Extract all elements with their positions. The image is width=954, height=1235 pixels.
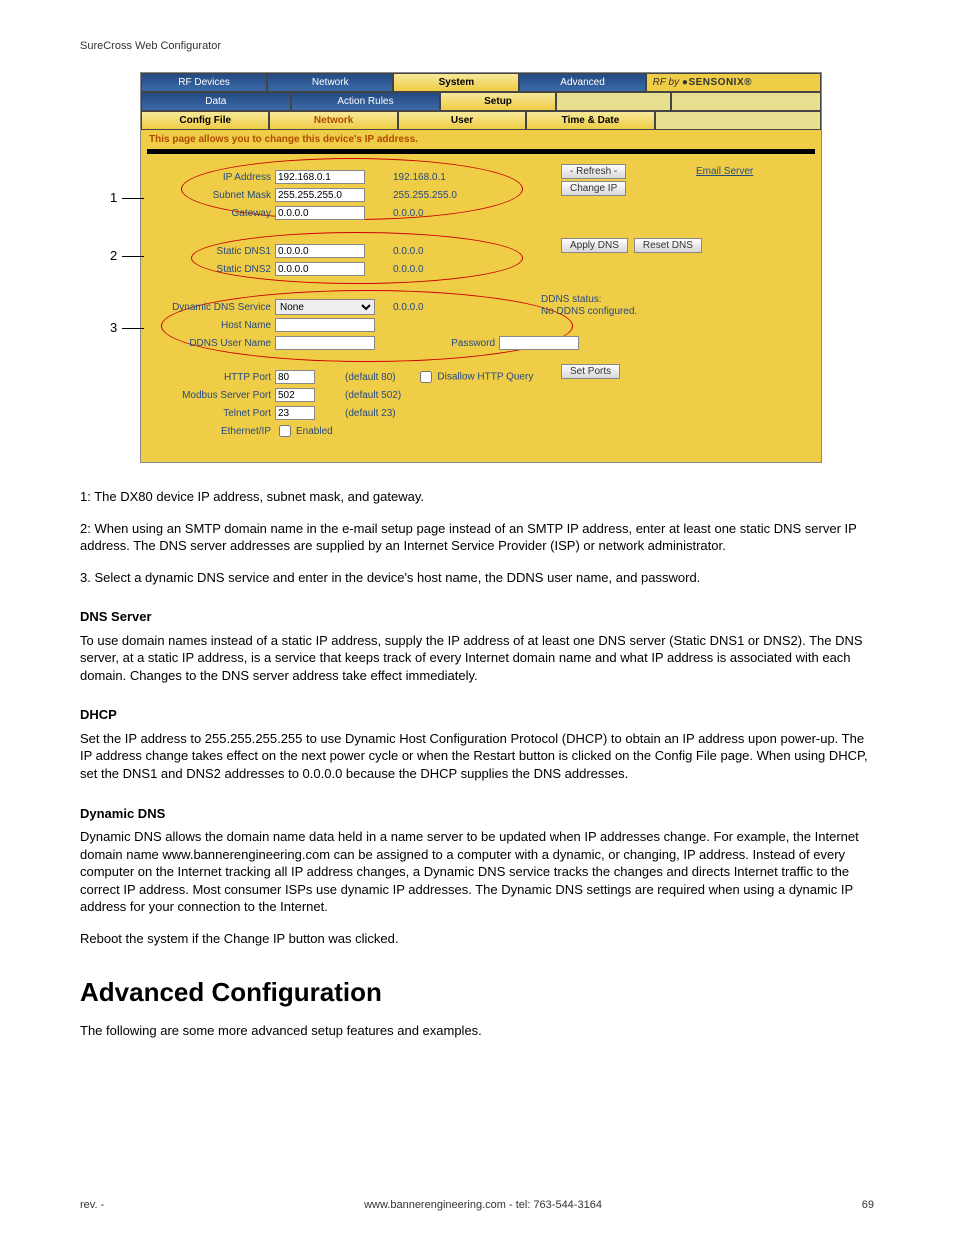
change-ip-button[interactable]: Change IP	[561, 181, 626, 196]
tab-data[interactable]: Data	[141, 92, 291, 111]
tab-time-date[interactable]: Time & Date	[526, 111, 654, 130]
dynamic-dns-paragraph: Dynamic DNS allows the domain name data …	[80, 828, 874, 916]
footer-url: www.bannerengineering.com - tel: 763-544…	[364, 1199, 602, 1211]
password-input[interactable]	[499, 336, 579, 350]
http-port-input[interactable]	[275, 370, 315, 384]
reboot-note: Reboot the system if the Change IP butto…	[80, 930, 874, 948]
ddns-service-label: Dynamic DNS Service	[151, 302, 275, 313]
modbus-port-label: Modbus Server Port	[151, 390, 275, 401]
divider-bar	[147, 149, 815, 154]
reset-dns-button[interactable]: Reset DNS	[634, 238, 702, 253]
mask-readout: 255.255.255.0	[393, 190, 483, 201]
dns1-input[interactable]	[275, 244, 365, 258]
ddns-status-value: No DDNS configured.	[541, 306, 637, 318]
callout-1: 1	[110, 190, 117, 205]
ip-label: IP Address	[151, 172, 275, 183]
dhcp-heading: DHCP	[80, 706, 874, 724]
mask-input[interactable]	[275, 188, 365, 202]
modbus-port-input[interactable]	[275, 388, 315, 402]
tab-blank2	[671, 92, 821, 111]
dns2-label: Static DNS2	[151, 264, 275, 275]
dns1-readout: 0.0.0.0	[393, 246, 483, 257]
gw-label: Gateway	[151, 208, 275, 219]
host-label: Host Name	[151, 320, 275, 331]
ethernet-ip-label: Ethernet/IP	[151, 426, 275, 437]
ddns-user-label: DDNS User Name	[151, 338, 275, 349]
dhcp-paragraph: Set the IP address to 255.255.255.255 to…	[80, 730, 874, 783]
http-default-note: (default 80)	[345, 372, 396, 383]
modbus-default-note: (default 502)	[345, 390, 401, 401]
page-footer: rev. - www.bannerengineering.com - tel: …	[80, 1199, 874, 1211]
tab-user[interactable]: User	[398, 111, 526, 130]
body-text: 1: The DX80 device IP address, subnet ma…	[80, 488, 874, 1040]
dns2-input[interactable]	[275, 262, 365, 276]
disallow-http-label: Disallow HTTP Query	[437, 372, 533, 383]
set-ports-button[interactable]: Set Ports	[561, 364, 620, 379]
dns-server-paragraph: To use domain names instead of a static …	[80, 632, 874, 685]
ddns-readout: 0.0.0.0	[393, 302, 483, 313]
tab-network-sub[interactable]: Network	[269, 111, 397, 130]
form-area: IP Address 192.168.0.1 Subnet Mask 255.2…	[141, 156, 821, 462]
password-label: Password	[435, 338, 499, 349]
advanced-config-heading: Advanced Configuration	[80, 977, 874, 1008]
tab-advanced[interactable]: Advanced	[519, 73, 645, 92]
disallow-wrap: Disallow HTTP Query	[416, 368, 534, 386]
email-server-link[interactable]: Email Server	[696, 166, 753, 177]
ddns-status-label: DDNS status:	[541, 294, 637, 306]
ddns-user-input[interactable]	[275, 336, 375, 350]
tabrow-top: RF Devices Network System Advanced RF by…	[141, 73, 821, 92]
tab-config-file[interactable]: Config File	[141, 111, 269, 130]
tabrow-low: Config File Network User Time & Date	[141, 111, 821, 130]
apply-dns-button[interactable]: Apply DNS	[561, 238, 628, 253]
dns2-readout: 0.0.0.0	[393, 264, 483, 275]
ip-input[interactable]	[275, 170, 365, 184]
tab-blank1	[556, 92, 672, 111]
telnet-default-note: (default 23)	[345, 408, 396, 419]
page-header: SureCross Web Configurator	[80, 40, 874, 52]
dns-server-heading: DNS Server	[80, 608, 874, 626]
ddns-status-block: DDNS status: No DDNS configured.	[541, 294, 637, 318]
ip-readout: 192.168.0.1	[393, 172, 483, 183]
advanced-config-paragraph: The following are some more advanced set…	[80, 1022, 874, 1040]
brand-prefix: RF by	[653, 77, 680, 88]
config-panel: RF Devices Network System Advanced RF by…	[140, 72, 822, 463]
ethernet-ip-enabled-label: Enabled	[296, 426, 333, 437]
callout-3: 3	[110, 320, 117, 335]
disallow-http-checkbox[interactable]	[420, 371, 432, 383]
brand-name: SENSONIX	[688, 77, 744, 88]
telnet-port-input[interactable]	[275, 406, 315, 420]
dns1-label: Static DNS1	[151, 246, 275, 257]
mask-label: Subnet Mask	[151, 190, 275, 201]
telnet-port-label: Telnet Port	[151, 408, 275, 419]
note-2: 2: When using an SMTP domain name in the…	[80, 520, 874, 555]
tabrow-mid: Data Action Rules Setup	[141, 92, 821, 111]
tab-rf-devices[interactable]: RF Devices	[141, 73, 267, 92]
tab-action-rules[interactable]: Action Rules	[291, 92, 441, 111]
tab-blank3	[655, 111, 821, 130]
footer-rev: rev. -	[80, 1199, 104, 1211]
ethernet-ip-checkbox[interactable]	[279, 425, 291, 437]
footer-page: 69	[862, 1199, 874, 1211]
http-port-label: HTTP Port	[151, 372, 275, 383]
tab-system[interactable]: System	[393, 73, 519, 92]
tab-network[interactable]: Network	[267, 73, 393, 92]
callout-2: 2	[110, 248, 117, 263]
gw-readout: 0.0.0.0	[393, 208, 483, 219]
screenshot-figure: 1 2 3 RF Devices Network System Advanced…	[140, 72, 820, 463]
tab-setup[interactable]: Setup	[440, 92, 556, 111]
gw-input[interactable]	[275, 206, 365, 220]
host-input[interactable]	[275, 318, 375, 332]
brand-label: RF by ●SENSONIX®	[646, 73, 821, 92]
note-1: 1: The DX80 device IP address, subnet ma…	[80, 488, 874, 506]
dynamic-dns-heading: Dynamic DNS	[80, 805, 874, 823]
note-3: 3. Select a dynamic DNS service and ente…	[80, 569, 874, 587]
ddns-service-select[interactable]: None	[275, 299, 375, 315]
refresh-button[interactable]: - Refresh -	[561, 164, 626, 179]
page-description: This page allows you to change this devi…	[141, 130, 821, 147]
